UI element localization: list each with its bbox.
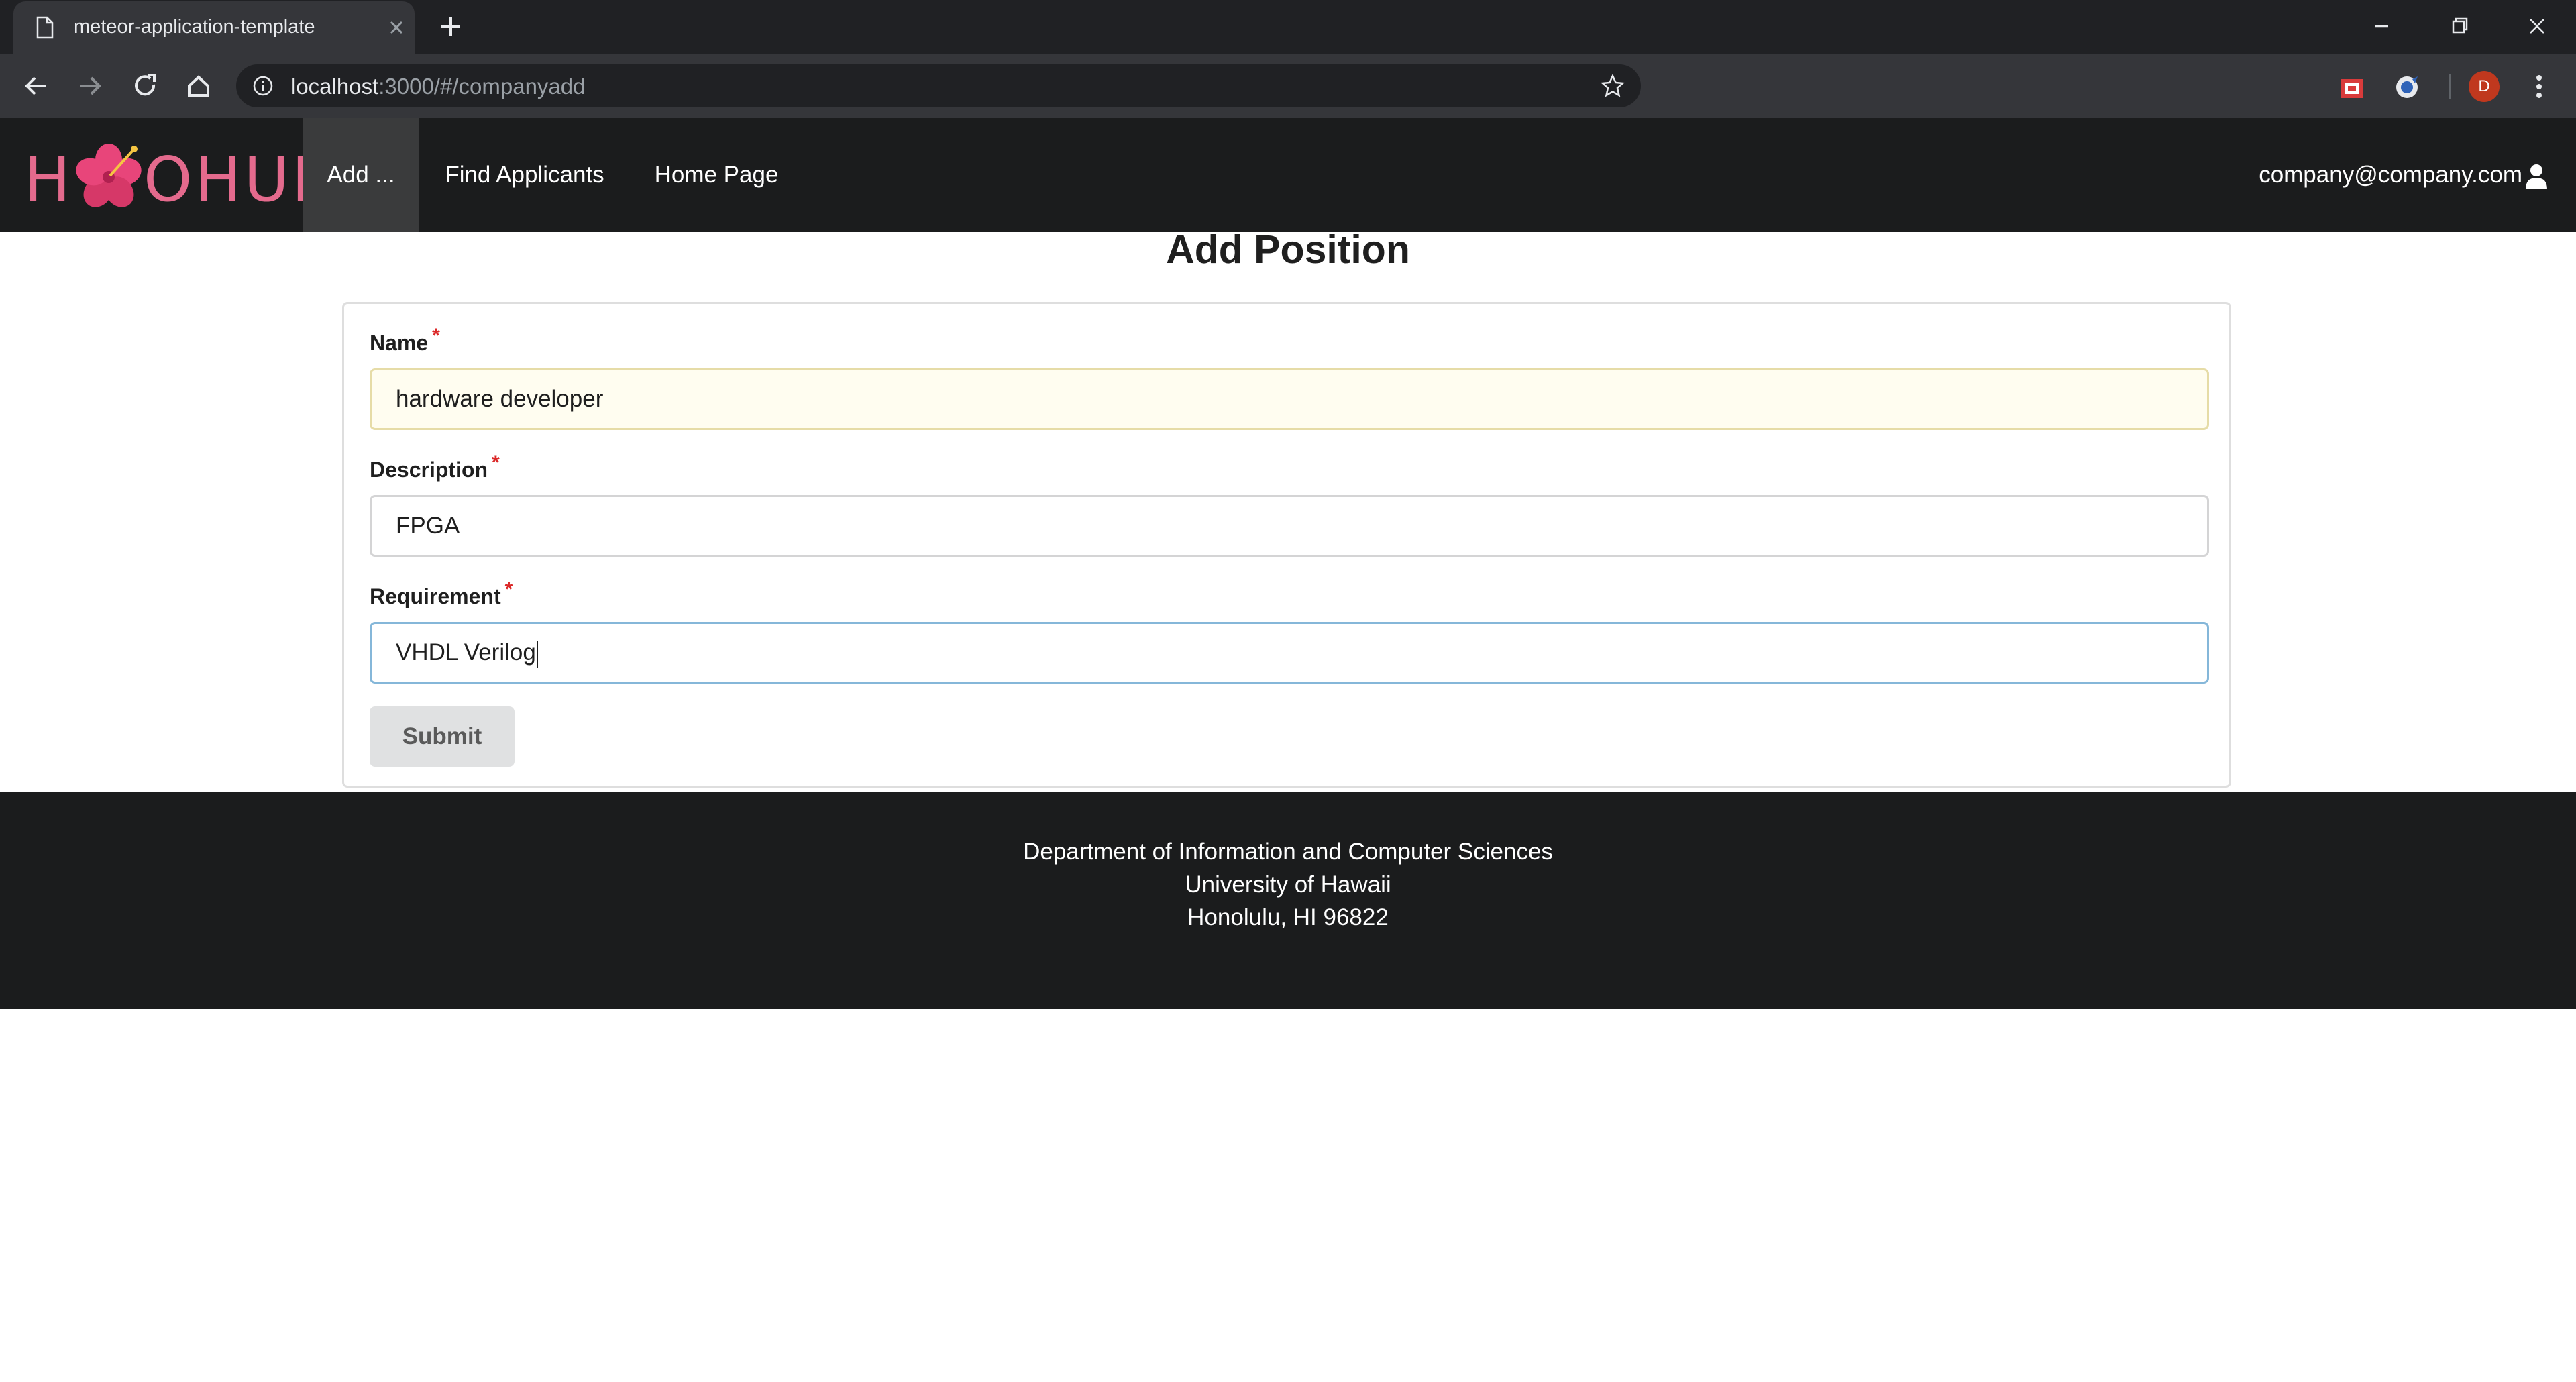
add-position-form: Name * hardware developer Description * FP…	[342, 302, 2231, 788]
back-icon[interactable]	[19, 68, 54, 103]
extension-gift-icon[interactable]	[2339, 74, 2365, 101]
toolbar-separator	[2449, 74, 2451, 99]
browser-tab-strip: meteor-application-template	[0, 0, 2576, 54]
text-caret	[536, 640, 538, 668]
footer-line-university: University of Hawaii	[1185, 871, 1391, 898]
bookmark-star-icon[interactable]	[1601, 74, 1625, 98]
browser-menu-icon[interactable]	[2529, 71, 2549, 102]
url-path: :3000/#/companyadd	[378, 74, 586, 99]
app-navbar: H OHUI Add ... Find Applicants Home Page…	[0, 118, 2576, 232]
nav-home-page[interactable]: Home Page	[644, 118, 789, 232]
submit-button[interactable]: Submit	[370, 706, 515, 767]
logo-text-h: H	[24, 144, 74, 215]
address-bar[interactable]: localhost:3000/#/companyadd	[236, 64, 1641, 107]
description-input[interactable]: FPGA	[370, 495, 2209, 557]
nav-add[interactable]: Add ...	[303, 118, 419, 232]
info-icon[interactable]	[252, 75, 274, 97]
url-text: localhost:3000/#/companyadd	[291, 74, 585, 99]
extension-sync-icon[interactable]	[2394, 74, 2420, 101]
tab-title: meteor-application-template	[74, 16, 315, 38]
hohui-logo[interactable]: H OHUI	[24, 138, 310, 215]
close-tab-icon[interactable]	[386, 17, 407, 38]
forward-icon[interactable]	[72, 68, 107, 103]
user-email: company@company.com	[2259, 162, 2522, 188]
home-icon[interactable]	[181, 68, 216, 103]
close-window-icon[interactable]	[2517, 9, 2557, 43]
required-marker: *	[504, 578, 513, 600]
user-menu[interactable]: company@company.com	[2259, 118, 2548, 232]
browser-tab[interactable]: meteor-application-template	[13, 1, 415, 54]
description-label: Description *	[370, 451, 500, 482]
footer: Department of Information and Computer S…	[0, 792, 2576, 1009]
logo-text-ohui: OHUI	[144, 144, 313, 215]
hibiscus-flower-icon	[76, 144, 142, 207]
reload-icon[interactable]	[127, 68, 162, 103]
user-icon	[2526, 164, 2547, 189]
requirement-input[interactable]: VHDL Verilog	[370, 622, 2209, 684]
name-input[interactable]: hardware developer	[370, 368, 2209, 430]
required-marker: *	[432, 325, 440, 347]
page-title: Add Position	[1166, 227, 1410, 272]
minimize-icon[interactable]	[2361, 9, 2402, 43]
requirement-label: Requirement *	[370, 578, 513, 608]
url-host: localhost	[291, 74, 379, 99]
footer-line-address: Honolulu, HI 96822	[1187, 904, 1389, 931]
name-label: Name *	[370, 325, 440, 355]
nav-find-applicants[interactable]: Find Applicants	[432, 118, 617, 232]
footer-line-department: Department of Information and Computer S…	[1023, 839, 1553, 865]
restore-icon[interactable]	[2439, 9, 2479, 43]
requirement-value: VHDL Verilog	[396, 639, 536, 666]
browser-toolbar: localhost:3000/#/companyadd	[0, 54, 2576, 118]
page-icon	[36, 16, 54, 39]
profile-avatar[interactable]: D	[2469, 71, 2500, 102]
required-marker: *	[492, 451, 500, 474]
new-tab-icon[interactable]	[433, 12, 469, 42]
